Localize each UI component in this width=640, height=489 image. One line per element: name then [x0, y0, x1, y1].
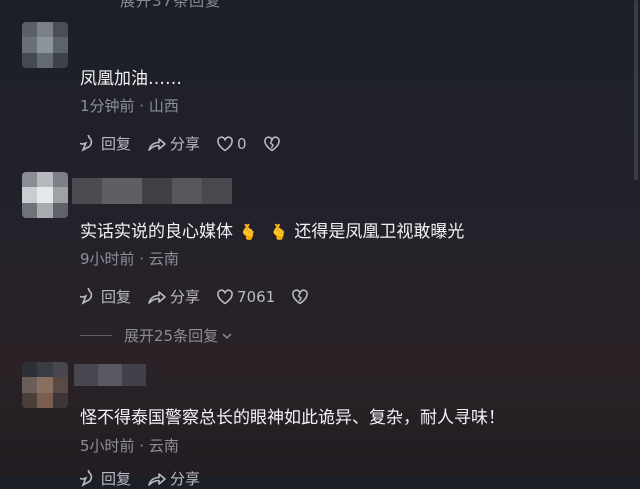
broken-heart-icon: [292, 288, 309, 304]
comment-1-content: 凤凰加油……: [80, 69, 182, 89]
share-icon: [148, 290, 166, 304]
reply-icon: [80, 134, 93, 152]
share-icon: [148, 472, 166, 486]
like-button[interactable]: 0: [216, 135, 247, 153]
share-button[interactable]: 分享: [147, 286, 200, 307]
reply-button[interactable]: 回复: [80, 468, 131, 489]
like-button[interactable]: 7061: [216, 288, 275, 306]
share-label: 分享: [170, 135, 201, 153]
reply-button[interactable]: 回复: [80, 286, 131, 307]
like-count: 0: [237, 134, 247, 153]
heart-icon: [217, 288, 233, 304]
dislike-button[interactable]: [263, 135, 284, 153]
reply-label: 回复: [101, 135, 132, 153]
expand-divider: [80, 335, 112, 336]
chevron-down-icon: [222, 332, 232, 339]
comment-2-actions: 回复 分享 7061: [80, 286, 328, 307]
share-button[interactable]: 分享: [147, 468, 200, 489]
comment-3-actions: 回复 分享: [80, 468, 216, 489]
share-button[interactable]: 分享: [147, 133, 200, 154]
comment-2-content: 实话实说的良心媒体 🫰 🫰 还得是凤凰卫视敢曝光: [80, 217, 464, 242]
comment-1-avatar[interactable]: [22, 22, 68, 68]
heart-icon: [217, 135, 233, 151]
scrollbar[interactable]: [634, 0, 638, 180]
expand-replies-button-top[interactable]: 展开37条回复: [120, 0, 221, 11]
comment-3-avatar[interactable]: [22, 362, 68, 408]
comment-3-meta: 5小时前 · 云南: [80, 437, 179, 455]
comment-2-username-blurred: [72, 178, 232, 204]
comment-2-text-before: 实话实说的良心媒体: [80, 222, 233, 242]
reply-label: 回复: [101, 288, 132, 306]
finger-heart-emoji-1: 🫰: [239, 223, 258, 241]
comment-1-meta: 1分钟前 · 山西: [80, 97, 179, 115]
comment-2-meta: 9小时前 · 云南: [80, 250, 179, 268]
reply-icon: [80, 287, 93, 305]
reply-icon: [80, 469, 93, 487]
comment-2-avatar[interactable]: [22, 172, 68, 218]
reply-button[interactable]: 回复: [80, 133, 131, 154]
comment-3-username-blurred: [74, 364, 146, 386]
expand-replies-label: 展开25条回复: [124, 327, 219, 345]
finger-heart-emoji-2: 🫰: [269, 223, 289, 241]
reply-label: 回复: [101, 470, 132, 488]
share-label: 分享: [170, 470, 201, 488]
broken-heart-icon: [263, 135, 280, 151]
comment-2-text-after: 还得是凤凰卫视敢曝光: [294, 222, 465, 242]
share-label: 分享: [170, 288, 201, 306]
comment-3-content: 怪不得泰国警察总长的眼神如此诡异、复杂，耐人寻味！: [80, 408, 505, 428]
share-icon: [148, 137, 166, 151]
dislike-button[interactable]: [291, 288, 312, 306]
comment-1-actions: 回复 分享 0: [80, 133, 300, 154]
like-count: 7061: [237, 287, 276, 306]
expand-replies-button[interactable]: 展开25条回复: [80, 325, 234, 346]
